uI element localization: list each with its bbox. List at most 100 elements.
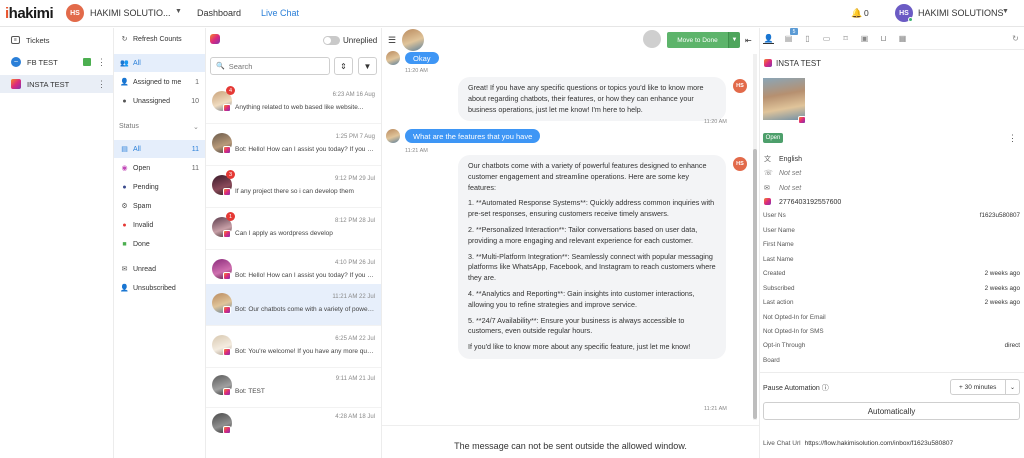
field-label: Last action bbox=[763, 299, 794, 306]
divider bbox=[759, 28, 760, 458]
unreplied-toggle[interactable] bbox=[323, 36, 340, 45]
status-invalid[interactable]: ● Invalid bbox=[114, 216, 205, 234]
field-row: Not Opted-In for SMS bbox=[763, 328, 1020, 335]
conversation-item[interactable]: 6:25 AM 22 Jul Bot: You're welcome! If y… bbox=[206, 326, 381, 368]
invalid-icon: ● bbox=[122, 221, 127, 229]
status-square-icon bbox=[83, 58, 91, 66]
status-pending[interactable]: ● Pending bbox=[114, 178, 205, 196]
tab-calendar[interactable]: ▦ bbox=[897, 34, 908, 43]
nav-live-chat[interactable]: Live Chat bbox=[261, 8, 299, 18]
tab-notes[interactable]: ▤ bbox=[783, 34, 794, 43]
conversation-item[interactable]: 1:25 PM 7 Aug Bot: Hello! How can I assi… bbox=[206, 124, 381, 166]
pause-duration-select[interactable]: + 30 minutes ⌄ bbox=[950, 379, 1020, 395]
conversation-time: 9:11 AM 21 Jul bbox=[335, 376, 375, 382]
clipboard-icon: ▭ bbox=[822, 34, 831, 43]
conversation-time: 8:12 PM 28 Jul bbox=[334, 218, 375, 224]
live-chat-url-value[interactable]: https://flow.hakimisolution.com/inbox/f1… bbox=[805, 440, 954, 447]
conversation-item-selected[interactable]: 11:21 AM 22 Jul Bot: Our chatbots come w… bbox=[206, 284, 381, 326]
org-name[interactable]: HAKIMI SOLUTIO... bbox=[90, 8, 171, 18]
chevron-down-icon[interactable]: ⌄ bbox=[1005, 380, 1019, 394]
channel-tickets[interactable]: ≡ Tickets bbox=[0, 31, 113, 49]
search-input[interactable] bbox=[228, 61, 324, 71]
message-incoming: Okay bbox=[405, 52, 439, 64]
automatically-button[interactable]: Automatically bbox=[763, 402, 1020, 420]
filter-button[interactable]: ▼ bbox=[358, 57, 377, 75]
channel-fb-test[interactable]: ~ FB TEST ⋮ bbox=[0, 53, 113, 71]
field-value: 2 weeks ago bbox=[984, 270, 1020, 277]
field-row: Not Opted-In for Email bbox=[763, 314, 1020, 321]
chat-scrollbar[interactable] bbox=[753, 54, 757, 420]
sort-button[interactable]: ⇕ bbox=[334, 57, 353, 75]
status-done[interactable]: ■ Done bbox=[114, 235, 205, 253]
phone-field[interactable]: ☏ Not set bbox=[764, 169, 802, 178]
channel-insta-test[interactable]: INSTA TEST ⋮ bbox=[0, 75, 113, 93]
user-name[interactable]: HAKIMI SOLUTIONS bbox=[918, 8, 1004, 18]
scrollbar-thumb[interactable] bbox=[753, 149, 757, 419]
instagram-icon bbox=[223, 230, 231, 238]
live-chat-url-label: Live Chat Url bbox=[763, 440, 801, 447]
instagram-icon bbox=[223, 388, 231, 396]
unread-badge: 4 bbox=[226, 86, 235, 95]
nav-dashboard[interactable]: Dashboard bbox=[197, 8, 241, 18]
app-logo[interactable]: ihakimi bbox=[5, 5, 54, 22]
filter-all[interactable]: 👥 All bbox=[114, 54, 205, 72]
chevron-down-icon[interactable]: ▼ bbox=[175, 8, 182, 15]
collapse-panel-icon[interactable]: ⇤ bbox=[745, 36, 752, 45]
filter-unread[interactable]: ✉ Unread bbox=[114, 260, 205, 278]
move-to-done-button[interactable]: Move to Done bbox=[667, 32, 728, 48]
conversation-item[interactable]: 9:11 AM 21 Jul Bot: TEST bbox=[206, 366, 381, 408]
help-icon[interactable]: ⓘ bbox=[822, 385, 829, 392]
refresh-counts-button[interactable]: ↻ Refresh Counts bbox=[114, 30, 205, 48]
tab-documents[interactable]: ▯ bbox=[802, 34, 813, 43]
tab-badge: 5 bbox=[790, 28, 798, 35]
status-section-heading: Status bbox=[119, 123, 139, 130]
more-options-icon[interactable]: ⋮ bbox=[97, 57, 106, 68]
tab-cart[interactable]: ⊔ bbox=[878, 34, 889, 43]
tab-clipboard[interactable]: ▭ bbox=[821, 34, 832, 43]
contact-avatar-small bbox=[386, 51, 400, 65]
filter-unassigned[interactable]: ● Unassigned 10 bbox=[114, 92, 205, 110]
conversation-item[interactable]: 3 9:12 PM 29 Jul If any project there so… bbox=[206, 166, 381, 208]
conversation-item[interactable]: 4 6:23 AM 16 Aug Anything related to web… bbox=[206, 82, 381, 124]
phone-value: Not set bbox=[779, 169, 802, 177]
filter-assigned-to-me[interactable]: 👤 Assigned to me 1 bbox=[114, 73, 205, 91]
message-paragraph: Great! If you have any specific question… bbox=[468, 83, 704, 114]
field-row: Subscribed 2 weeks ago bbox=[763, 285, 1020, 292]
refresh-icon[interactable]: ↻ bbox=[1010, 34, 1021, 43]
conversation-item[interactable]: 1 8:12 PM 28 Jul Can I apply as wordpres… bbox=[206, 208, 381, 250]
field-row: Last Name bbox=[763, 256, 1020, 263]
email-field[interactable]: ✉ Not set bbox=[764, 184, 802, 193]
org-avatar[interactable]: HS bbox=[66, 4, 84, 22]
instagram-icon bbox=[223, 426, 231, 434]
live-chat-url: Live Chat Url https://flow.hakimisolution… bbox=[763, 440, 953, 447]
language-field[interactable]: 文 English bbox=[764, 154, 802, 164]
more-options-icon[interactable]: ⋮ bbox=[97, 79, 106, 90]
assign-agent-avatar[interactable] bbox=[643, 30, 661, 48]
tab-gallery[interactable]: ▣ bbox=[859, 34, 870, 43]
bell-icon[interactable]: 🔔 bbox=[851, 8, 862, 19]
user-icon: 👤 bbox=[120, 79, 129, 86]
status-badge[interactable]: Open bbox=[763, 133, 783, 143]
status-open[interactable]: ◉ Open 11 bbox=[114, 159, 205, 177]
search-icon: 🔍 bbox=[216, 63, 225, 70]
more-options-icon[interactable]: ⋮ bbox=[1008, 133, 1017, 144]
field-label: User Ns bbox=[763, 212, 786, 219]
contact-avatar[interactable] bbox=[402, 29, 424, 51]
search-box[interactable]: 🔍 bbox=[210, 57, 330, 75]
filter-label: All bbox=[133, 59, 141, 67]
chevron-down-icon[interactable]: ⌄ bbox=[193, 123, 199, 131]
menu-icon[interactable]: ☰ bbox=[388, 35, 396, 46]
status-all[interactable]: ▤ All 11 bbox=[114, 140, 205, 158]
tab-bookmark[interactable]: ⌑ bbox=[840, 34, 851, 43]
tab-profile[interactable]: 👤 bbox=[763, 34, 774, 44]
message-paragraph: 1. **Automated Response Systems**: Quick… bbox=[468, 198, 715, 219]
field-value: f1623u580807 bbox=[979, 212, 1020, 219]
conversation-item[interactable]: 4:28 AM 18 Jul bbox=[206, 404, 381, 446]
chevron-down-icon[interactable]: ▼ bbox=[1002, 8, 1009, 15]
filter-unsubscribed[interactable]: 👤 Unsubscribed bbox=[114, 279, 205, 297]
pause-duration-value: + 30 minutes bbox=[959, 383, 997, 391]
status-spam[interactable]: ⚙ Spam bbox=[114, 197, 205, 215]
chevron-down-icon[interactable]: ▼ bbox=[728, 32, 740, 48]
instagram-icon bbox=[798, 116, 806, 124]
email-value: Not set bbox=[779, 184, 802, 192]
